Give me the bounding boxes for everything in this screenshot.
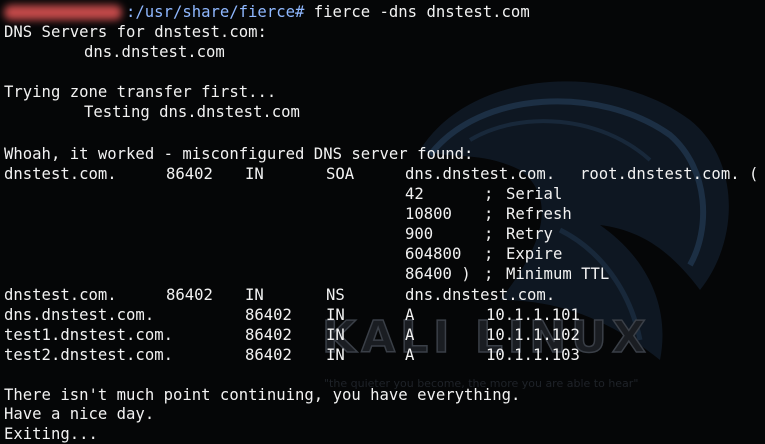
a-class: IN (326, 306, 345, 324)
exiting-message: Exiting... (4, 425, 98, 443)
a-ttl: 86402 (245, 306, 292, 324)
prompt-path: :/usr/share/fierce# (126, 3, 305, 21)
ns-type: NS (326, 286, 345, 304)
soa-field-label: Refresh (506, 205, 572, 223)
soa-field-value: 900 (405, 225, 434, 243)
dns-server-name: dns.dnstest.com (84, 43, 225, 61)
soa-class: IN (245, 165, 264, 183)
soa-mname: dns.dnstest.com. (405, 165, 556, 183)
a-name: test1.dnstest.com. (4, 326, 173, 344)
redacted-user-host (4, 5, 122, 20)
soa-type: SOA (326, 165, 355, 183)
trying-zone-transfer: Trying zone transfer first... (4, 83, 277, 101)
soa-field-value: 86400 ) (405, 265, 471, 283)
a-ttl: 86402 (245, 346, 292, 364)
a-data: 10.1.1.101 (486, 306, 580, 324)
a-class: IN (326, 346, 345, 364)
soa-name: dnstest.com. (4, 165, 117, 183)
dns-servers-header: DNS Servers for dnstest.com: (4, 23, 267, 41)
nice-day-message: Have a nice day. (4, 405, 155, 423)
whoah-message: Whoah, it worked - misconfigured DNS ser… (4, 145, 474, 163)
soa-field-label: Retry (506, 225, 553, 243)
a-data: 10.1.1.103 (486, 346, 580, 364)
soa-field-sep: ; (484, 225, 494, 243)
soa-field-sep: ; (484, 185, 494, 203)
soa-field-label: Expire (506, 245, 563, 263)
a-data: 10.1.1.102 (486, 326, 580, 344)
a-type: A (405, 306, 415, 324)
soa-field-sep: ; (484, 205, 494, 223)
ns-data: dns.dnstest.com. (405, 286, 556, 304)
terminal-window[interactable]: KALI LINUX "the quieter you become, the … (0, 0, 765, 444)
soa-rname: root.dnstest.com. ( (580, 165, 759, 183)
soa-field-value: 604800 (405, 245, 462, 263)
a-ttl: 86402 (245, 326, 292, 344)
soa-field-value: 10800 (405, 205, 452, 223)
ns-name: dnstest.com. (4, 286, 117, 304)
a-type: A (405, 346, 415, 364)
command-text: fierce -dns dnstest.com (313, 3, 530, 21)
soa-field-label: Minimum TTL (506, 265, 610, 283)
ns-ttl: 86402 (166, 286, 213, 304)
soa-field-label: Serial (506, 185, 563, 203)
soa-ttl: 86402 (166, 165, 213, 183)
soa-field-value: 42 (405, 185, 424, 203)
a-name: dns.dnstest.com. (4, 306, 155, 324)
a-type: A (405, 326, 415, 344)
soa-field-sep: ; (484, 245, 494, 263)
ns-class: IN (245, 286, 264, 304)
kali-dragon-icon (420, 81, 729, 360)
no-point-message: There isn't much point continuing, you h… (4, 386, 521, 404)
testing-server: Testing dns.dnstest.com (84, 103, 300, 121)
a-name: test2.dnstest.com. (4, 346, 173, 364)
a-class: IN (326, 326, 345, 344)
soa-field-sep: ; (484, 265, 494, 283)
prompt-line: :/usr/share/fierce# fierce -dns dnstest.… (4, 2, 530, 22)
